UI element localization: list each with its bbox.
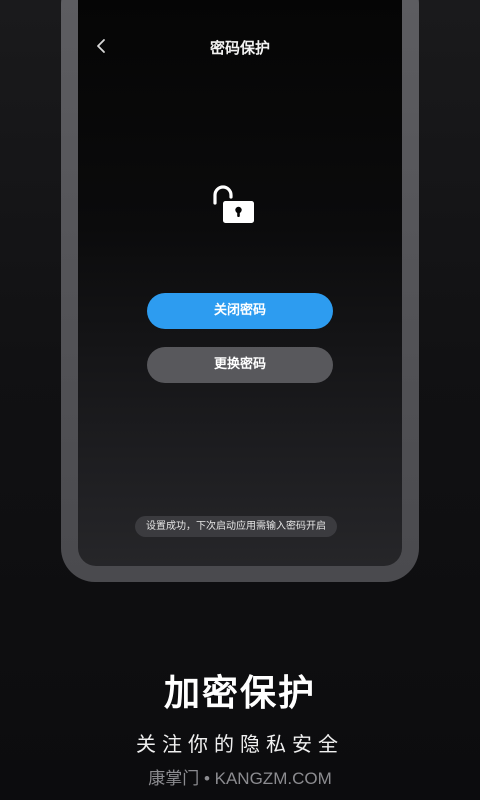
promo-headline: 加密保护 — [163, 673, 316, 714]
promo-page: 密码保护 关闭密码 更换密码 设置成功，下次启动应用需输入密码开启 加密保护 关… — [0, 0, 480, 800]
change-password-button[interactable]: 更换密码 — [147, 347, 333, 383]
site-watermark: 康掌门 • KANGZM.COM — [148, 769, 332, 788]
page-title: 密码保护 — [209, 39, 270, 57]
success-toast: 设置成功，下次启动应用需输入密码开启 — [135, 516, 337, 537]
promo-subline: 关注你的隐私安全 — [136, 732, 344, 756]
phone-screen: 密码保护 关闭密码 更换密码 设置成功，下次启动应用需输入密码开启 — [78, 0, 402, 566]
close-password-button[interactable]: 关闭密码 — [147, 293, 333, 329]
unlocked-padlock-icon — [210, 184, 258, 226]
nav-bar: 密码保护 — [78, 30, 402, 62]
